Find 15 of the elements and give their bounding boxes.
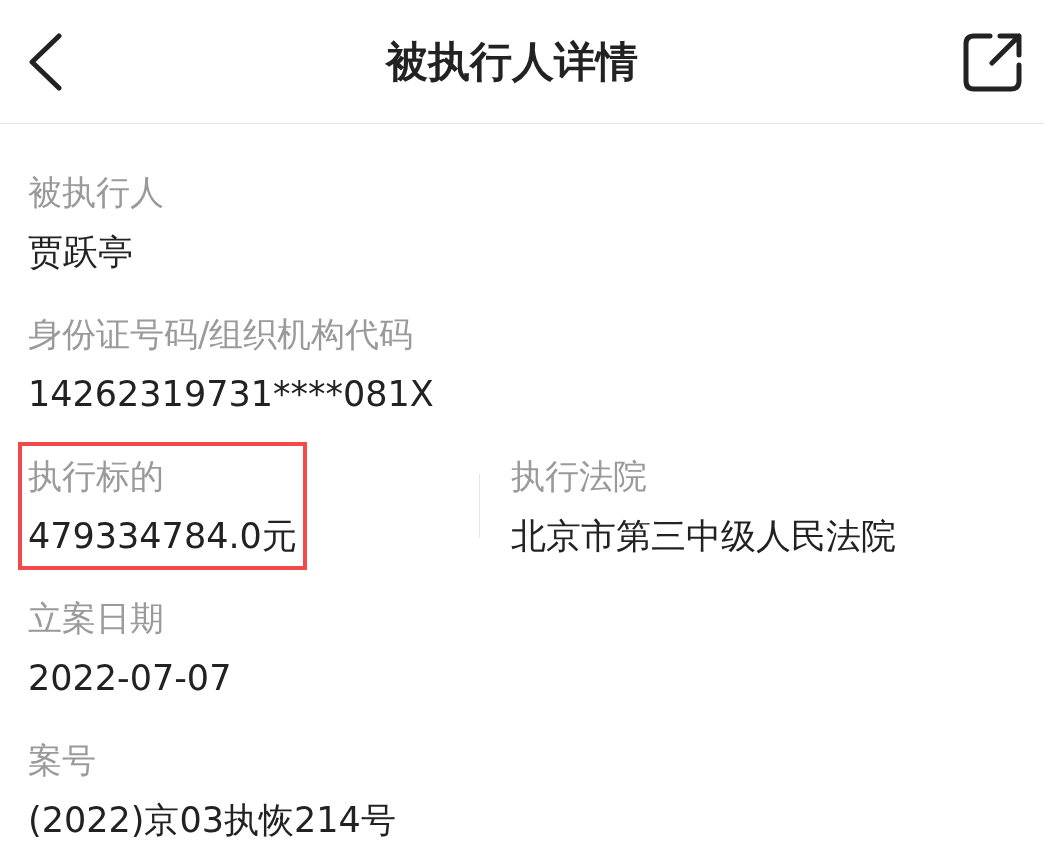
field-value: 14262319731****081X bbox=[28, 373, 434, 416]
field-label: 立案日期 bbox=[28, 597, 165, 640]
page-title: 被执行人详情 bbox=[386, 35, 638, 88]
field-label: 案号 bbox=[28, 739, 97, 782]
back-icon[interactable] bbox=[28, 32, 62, 91]
field-value: 479334784.0元 bbox=[28, 515, 297, 558]
share-icon[interactable] bbox=[962, 30, 1024, 93]
field-value: 2022-07-07 bbox=[28, 657, 232, 700]
field-label: 执行法院 bbox=[510, 455, 648, 498]
field-label: 被执行人 bbox=[28, 171, 164, 214]
field-value: 贾跃亭 bbox=[28, 231, 134, 274]
field-label: 身份证号码/组织机构代码 bbox=[28, 313, 415, 356]
field-value: (2022)京03执恢214号 bbox=[28, 799, 396, 842]
field-label: 执行标的 bbox=[28, 455, 165, 498]
field-value: 北京市第三中级人民法院 bbox=[510, 515, 896, 558]
